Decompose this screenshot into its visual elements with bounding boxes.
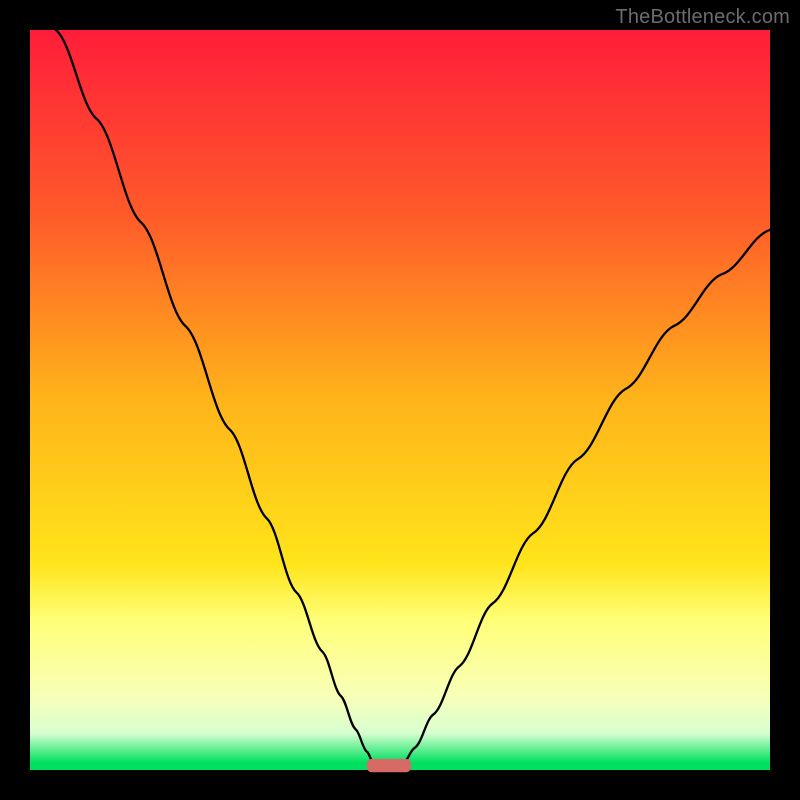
chart-frame: TheBottleneck.com (0, 0, 800, 800)
left-branch-curve (56, 30, 373, 763)
curves-svg (30, 30, 770, 770)
right-branch-curve (404, 230, 770, 763)
plot-area (30, 30, 770, 770)
watermark-text: TheBottleneck.com (615, 6, 790, 29)
min-region-marker (367, 759, 411, 772)
